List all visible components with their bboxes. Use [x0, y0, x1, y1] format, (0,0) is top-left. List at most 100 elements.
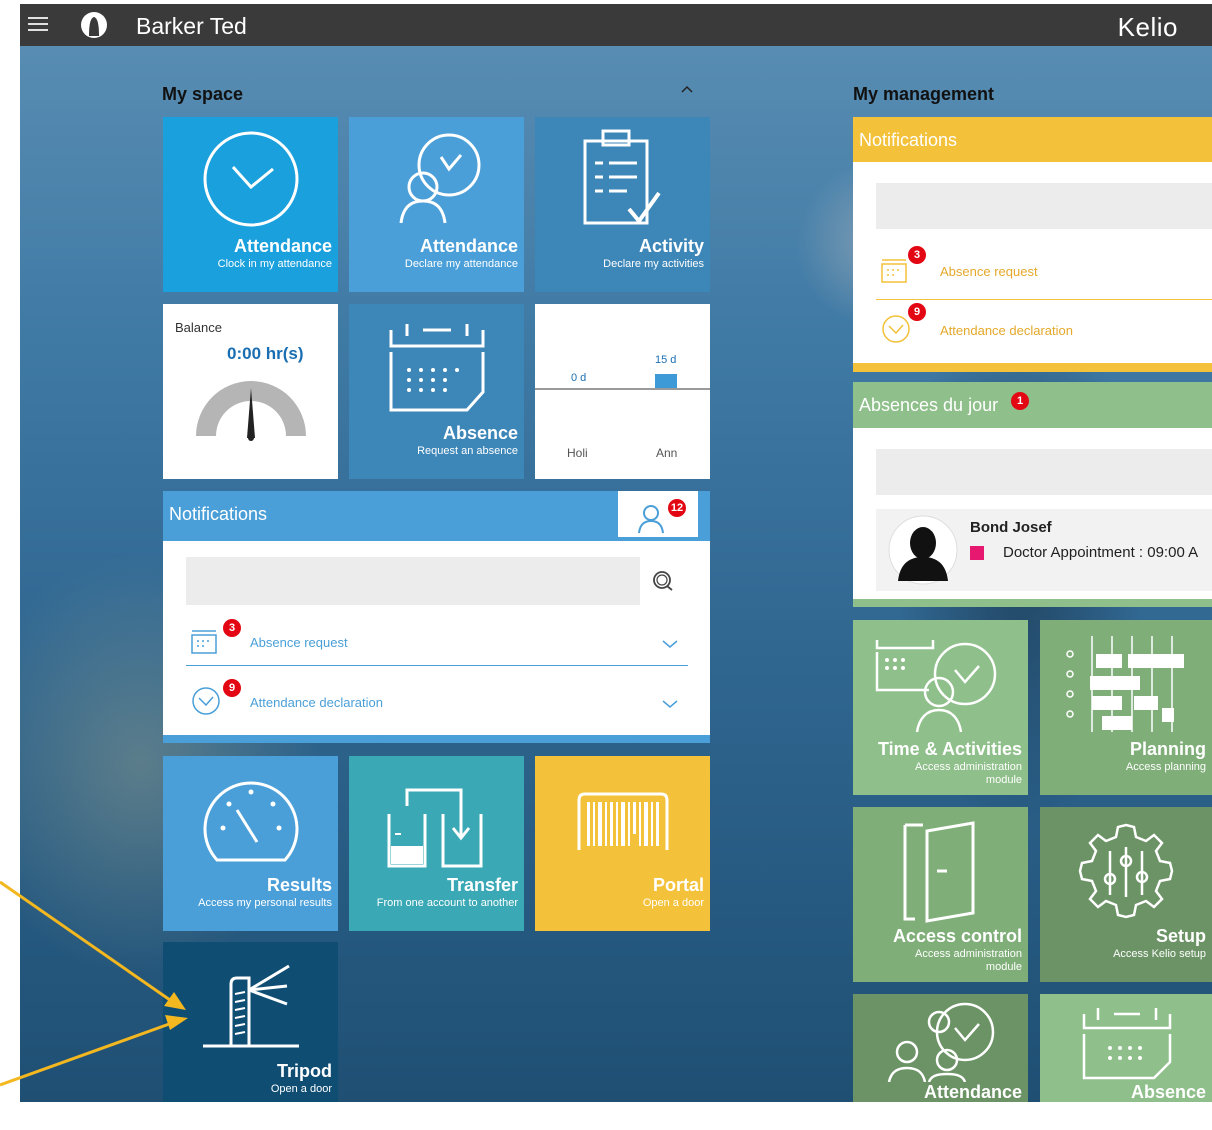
avatar: [888, 515, 958, 585]
tile-management-attendance[interactable]: Attendance: [853, 994, 1028, 1102]
tile-transfer[interactable]: Transfer From one account to another: [349, 756, 524, 931]
notifications-count-badge: 12: [668, 499, 686, 517]
calendar-icon: [1082, 1008, 1172, 1080]
panel-footer: [853, 363, 1212, 372]
management-notifications-panel: Notifications 3 Absence request 9 Attend…: [853, 117, 1212, 372]
clock-icon: [203, 131, 299, 227]
tile-subtitle: Declare my activities: [603, 258, 704, 270]
search-icon[interactable]: [651, 569, 675, 593]
absence-person-row[interactable]: Bond Josef Doctor Appointment : 09:00 A: [876, 509, 1212, 591]
chevron-down-icon[interactable]: [662, 639, 678, 649]
tile-subtitle: Open a door: [270, 1083, 332, 1095]
tile-attendance-declare[interactable]: Attendance Declare my attendance: [349, 117, 524, 292]
tile-planning[interactable]: Planning Access planning: [1040, 620, 1212, 795]
tile-tripod[interactable]: Tripod Open a door: [163, 942, 338, 1102]
tile-subtitle: From one account to another: [376, 897, 518, 909]
notification-label: Absence request: [940, 264, 1038, 279]
my-space-notifications-panel: Notifications 12 3 Absence request 9 Att…: [163, 491, 710, 743]
absences-today-panel: Absences du jour 1 Bond Josef Doctor App…: [853, 382, 1212, 607]
chevron-down-icon[interactable]: [662, 699, 678, 709]
count-badge: 3: [908, 246, 926, 264]
count-badge: 9: [223, 679, 241, 697]
speedometer-icon: [203, 781, 299, 862]
tile-subtitle: Declare my attendance: [404, 258, 518, 270]
tile-portal[interactable]: Portal Open a door: [535, 756, 710, 931]
tile-subtitle: Access administration: [915, 948, 1022, 960]
tile-subtitle: Access my personal results: [198, 897, 332, 909]
door-icon: [903, 821, 975, 923]
calendar-person-clock-icon: [875, 640, 997, 733]
team-clock-icon: [887, 1002, 995, 1082]
notification-label: Absence request: [250, 635, 348, 650]
tile-counters[interactable]: 0 d 15 d Holi Ann: [535, 304, 710, 479]
tile-title: Tripod: [277, 1061, 332, 1081]
my-space-title: My space: [162, 84, 244, 104]
person-name: Bond Josef: [970, 519, 1052, 536]
tile-title: Absence: [442, 423, 518, 443]
notification-row-attendance-declaration[interactable]: 9 Attendance declaration: [186, 679, 688, 725]
barcode-gate-icon: [577, 792, 669, 850]
gear-settings-icon: [1078, 823, 1174, 919]
tile-absence[interactable]: Absence Request an absence: [349, 304, 524, 479]
balance-value: 0:00 hr(s): [227, 344, 304, 363]
app-window: Barker Ted Kelio My space Attendance Clo…: [20, 4, 1212, 1102]
notifications-title: Notifications: [169, 504, 268, 524]
tile-subtitle: Clock in my attendance: [217, 258, 332, 270]
absences-title: Absences du jour: [859, 395, 999, 415]
tile-subtitle: Access administration: [915, 761, 1022, 773]
tile-setup[interactable]: Setup Access Kelio setup: [1040, 807, 1212, 982]
tile-title: Planning: [1130, 739, 1206, 759]
count-badge: 9: [908, 303, 926, 321]
transfer-icon: [387, 788, 483, 868]
panel-footer: [853, 599, 1212, 607]
tile-access-control[interactable]: Access control Access administration mod…: [853, 807, 1028, 982]
count-badge: 3: [223, 619, 241, 637]
counter-value-label: 15 d: [655, 354, 677, 366]
tile-time-activities[interactable]: Time & Activities Access administration …: [853, 620, 1028, 795]
notification-search-input[interactable]: [186, 557, 640, 605]
notification-label: Attendance declaration: [940, 323, 1073, 338]
tile-title: Attendance: [419, 236, 518, 256]
notifications-title: Notifications: [859, 130, 958, 150]
tile-activity[interactable]: Activity Declare my activities: [535, 117, 710, 292]
tile-balance[interactable]: Balance 0:00 hr(s): [163, 304, 338, 479]
notification-row-absence-request[interactable]: 3 Absence request: [186, 619, 688, 666]
counter-label: Holi: [567, 446, 588, 460]
management-row-attendance-declaration[interactable]: 9 Attendance declaration: [876, 301, 1212, 357]
absences-search-input[interactable]: [876, 449, 1212, 495]
user-name[interactable]: Barker Ted: [136, 13, 247, 40]
counter-bar: [655, 374, 677, 388]
tile-title: Results: [266, 875, 332, 895]
menu-icon[interactable]: [28, 17, 48, 33]
management-row-absence-request[interactable]: 3 Absence request: [876, 242, 1212, 300]
tile-title: Absence: [1130, 1082, 1206, 1102]
header-edge: [698, 491, 710, 537]
counter-value-label: 0 d: [571, 372, 587, 384]
tile-attendance-clock[interactable]: Attendance Clock in my attendance: [163, 117, 338, 292]
user-avatar-icon[interactable]: [80, 11, 108, 39]
counter-baseline: [535, 388, 710, 390]
tile-title: Transfer: [446, 875, 518, 895]
tile-title: Activity: [638, 236, 704, 256]
clock-icon: [192, 687, 220, 715]
tile-title: Attendance: [233, 236, 332, 256]
tile-subtitle: module: [985, 774, 1022, 786]
tile-subtitle: module: [985, 961, 1022, 973]
notification-label: Attendance declaration: [250, 695, 383, 710]
person-clock-icon: [399, 133, 481, 224]
management-search-input[interactable]: [876, 183, 1212, 229]
tile-results[interactable]: Results Access my personal results: [163, 756, 338, 931]
tile-title: Access control: [892, 926, 1022, 946]
header-underline: [163, 537, 710, 541]
tile-title: Time & Activities: [877, 739, 1022, 759]
gauge-icon: [196, 381, 306, 441]
top-bar: Barker Ted Kelio: [20, 4, 1212, 46]
my-management-title: My management: [853, 84, 995, 104]
clock-icon: [882, 315, 910, 343]
chevron-up-icon[interactable]: [680, 84, 694, 94]
checklist-icon: [583, 129, 661, 225]
tile-title: Setup: [1155, 926, 1206, 946]
tile-subtitle: Request an absence: [417, 445, 518, 457]
kelio-logo: Kelio: [1117, 12, 1178, 42]
tile-management-absence[interactable]: Absence: [1040, 994, 1212, 1102]
